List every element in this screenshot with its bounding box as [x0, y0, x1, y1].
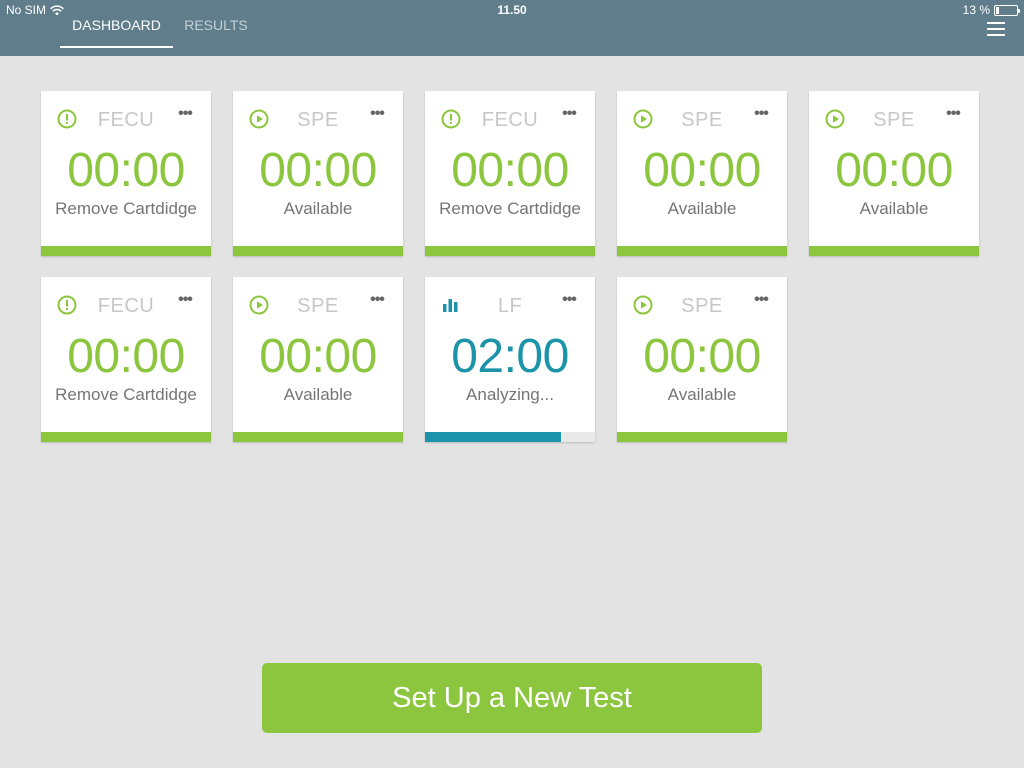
- tab-dashboard[interactable]: DASHBOARD: [60, 16, 173, 48]
- tab-results[interactable]: RESULTS: [176, 16, 256, 48]
- card-progress-bar: [233, 432, 403, 442]
- card-status: Remove Cartdidge: [55, 199, 197, 218]
- more-options-icon[interactable]: •••: [367, 106, 387, 122]
- card-status: Remove Cartdidge: [55, 385, 197, 404]
- device-card[interactable]: FECU ••• 00:00 Remove Cartdidge: [41, 91, 211, 256]
- card-progress-bar: [41, 432, 211, 442]
- card-timer: 00:00: [835, 144, 953, 197]
- more-options-icon[interactable]: •••: [751, 106, 771, 122]
- card-progress-fill: [809, 246, 979, 256]
- card-status: Available: [667, 199, 737, 218]
- card-progress-fill: [41, 432, 211, 442]
- hamburger-menu-icon[interactable]: [987, 22, 1005, 36]
- card-timer: 00:00: [643, 330, 761, 383]
- card-status: Available: [667, 385, 737, 404]
- card-progress-fill: [233, 432, 403, 442]
- card-progress-bar: [41, 246, 211, 256]
- card-timer: 00:00: [643, 144, 761, 197]
- card-timer: 00:00: [67, 330, 185, 383]
- card-status: Remove Cartdidge: [439, 199, 581, 218]
- card-timer: 00:00: [259, 330, 377, 383]
- device-card[interactable]: FECU ••• 00:00 Remove Cartdidge: [41, 277, 211, 442]
- device-card[interactable]: LF ••• 02:00 Analyzing...: [425, 277, 595, 442]
- card-status: Available: [859, 199, 929, 218]
- more-options-icon[interactable]: •••: [175, 292, 195, 308]
- device-card[interactable]: SPE ••• 00:00 Available: [617, 277, 787, 442]
- device-card[interactable]: SPE ••• 00:00 Available: [233, 277, 403, 442]
- status-time: 11.50: [497, 3, 527, 17]
- device-card[interactable]: SPE ••• 00:00 Available: [809, 91, 979, 256]
- card-progress-bar: [425, 246, 595, 256]
- card-progress-fill: [41, 246, 211, 256]
- card-progress-fill: [233, 246, 403, 256]
- card-status: Available: [283, 385, 353, 404]
- app-header: No SIM 11.50 13 % DASHBOARD RESULTS: [0, 0, 1024, 56]
- card-timer: 02:00: [451, 330, 569, 383]
- more-options-icon[interactable]: •••: [943, 106, 963, 122]
- card-timer: 00:00: [67, 144, 185, 197]
- battery-icon: [994, 4, 1020, 16]
- device-card[interactable]: SPE ••• 00:00 Available: [617, 91, 787, 256]
- card-progress-fill: [425, 432, 561, 442]
- more-options-icon[interactable]: •••: [175, 106, 195, 122]
- device-card[interactable]: FECU ••• 00:00 Remove Cartdidge: [425, 91, 595, 256]
- card-progress-bar: [233, 246, 403, 256]
- more-options-icon[interactable]: •••: [559, 106, 579, 122]
- more-options-icon[interactable]: •••: [751, 292, 771, 308]
- battery-label: 13 %: [962, 3, 990, 17]
- more-options-icon[interactable]: •••: [367, 292, 387, 308]
- card-status: Analyzing...: [466, 385, 554, 404]
- card-progress-bar: [617, 432, 787, 442]
- device-card[interactable]: SPE ••• 00:00 Available: [233, 91, 403, 256]
- set-up-new-test-button[interactable]: Set Up a New Test: [262, 663, 762, 733]
- card-progress-bar: [809, 246, 979, 256]
- card-status: Available: [283, 199, 353, 218]
- card-progress-bar: [425, 432, 595, 442]
- card-timer: 00:00: [259, 144, 377, 197]
- card-progress-fill: [617, 432, 787, 442]
- card-progress-fill: [617, 246, 787, 256]
- card-timer: 00:00: [451, 144, 569, 197]
- card-progress-fill: [425, 246, 595, 256]
- more-options-icon[interactable]: •••: [559, 292, 579, 308]
- card-progress-bar: [617, 246, 787, 256]
- status-battery: 13 %: [962, 3, 1020, 17]
